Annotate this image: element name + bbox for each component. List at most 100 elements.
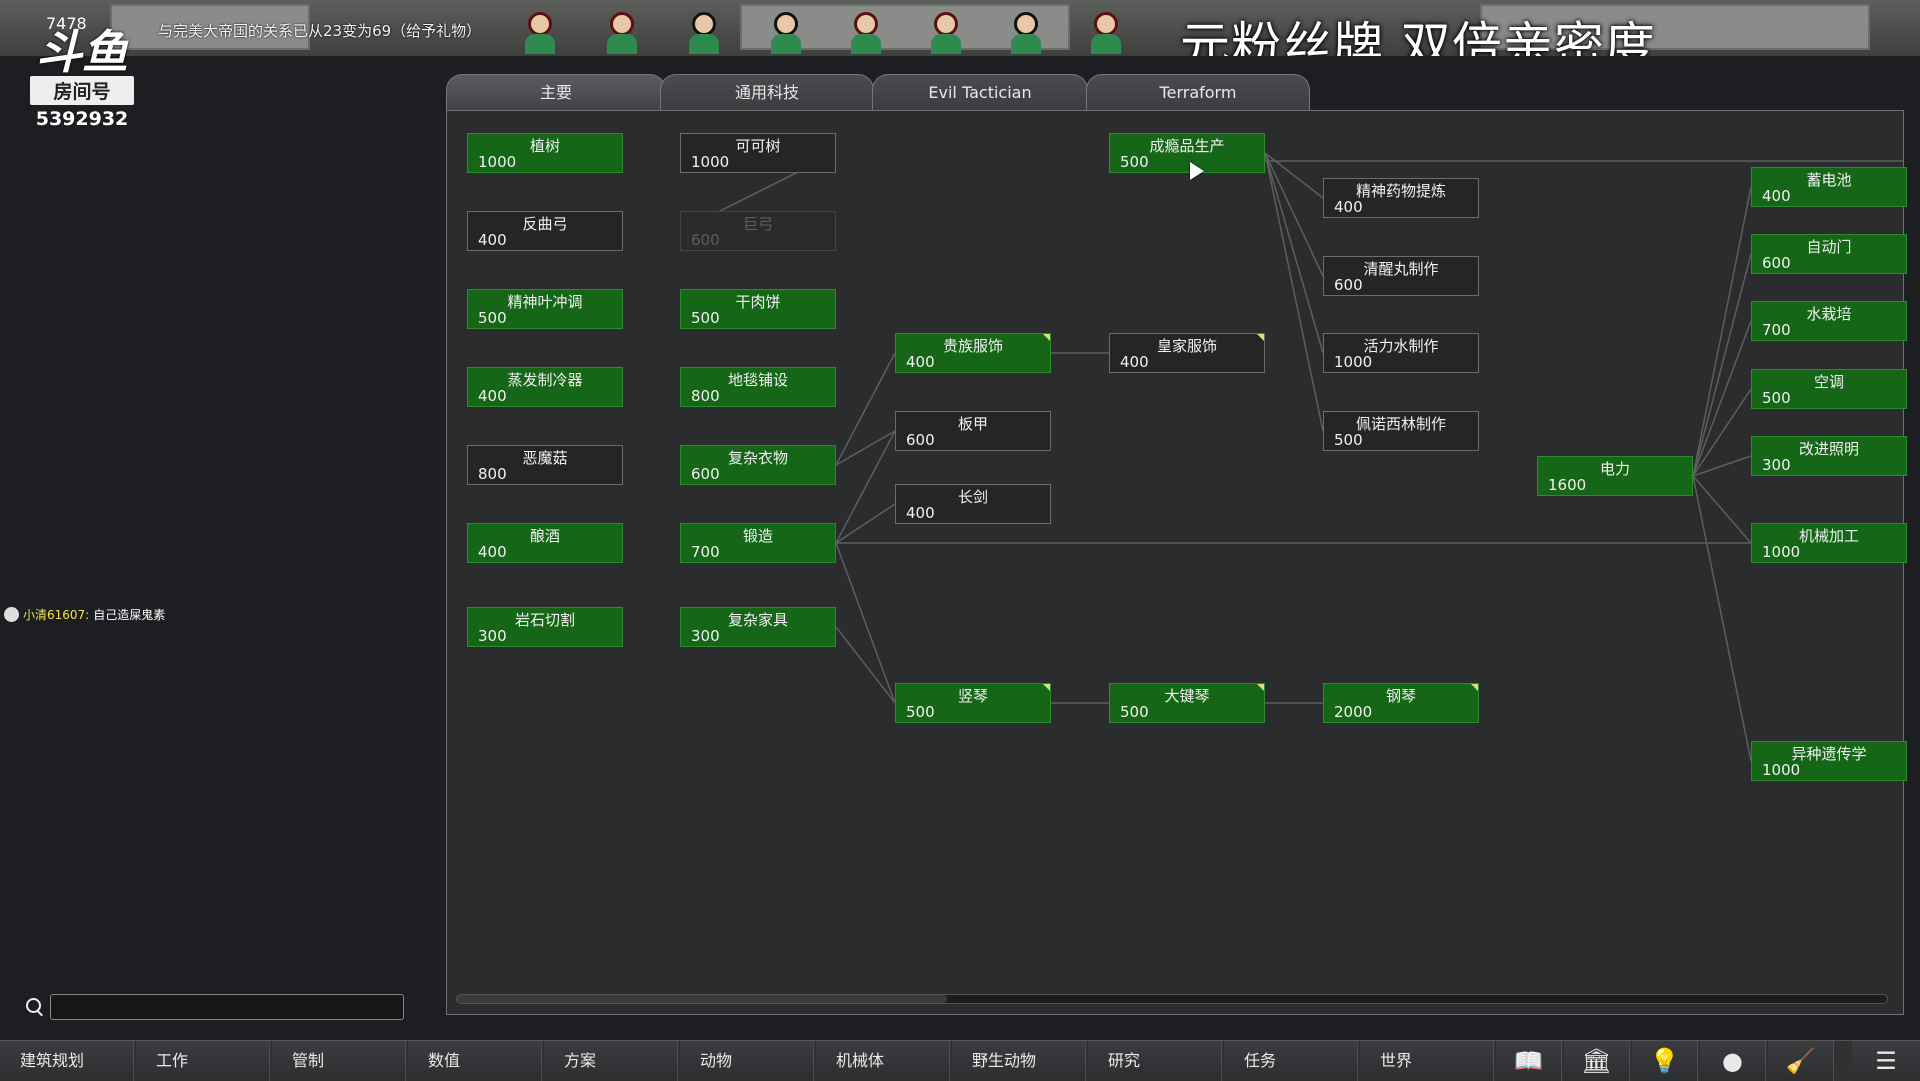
colonist-portrait[interactable] <box>928 10 964 54</box>
research-node[interactable]: 空调 500 <box>1751 369 1907 409</box>
logo-mark: 斗鱼 <box>36 25 128 79</box>
research-node[interactable]: 钢琴 2000 <box>1323 683 1479 723</box>
research-cost: 300 <box>1762 456 1791 474</box>
research-node[interactable]: 反曲弓 400 <box>467 211 623 251</box>
stream-logo: 斗鱼 房间号 5392932 <box>30 25 134 130</box>
search-input[interactable] <box>50 994 404 1020</box>
research-node[interactable]: 电力 1600 <box>1537 456 1693 496</box>
research-node[interactable]: 锻造 700 <box>680 523 836 563</box>
research-flag-icon <box>1043 334 1050 341</box>
research-node[interactable]: 改进照明 300 <box>1751 436 1907 476</box>
research-node[interactable]: 复杂家具 300 <box>680 607 836 647</box>
research-cost: 400 <box>1762 187 1791 205</box>
tab-quests[interactable]: 任务 <box>1224 1041 1358 1081</box>
research-cost: 1600 <box>1548 476 1587 494</box>
tab-terraform[interactable]: Terraform <box>1086 74 1310 110</box>
colonist-portrait[interactable] <box>686 10 722 54</box>
research-node[interactable]: 佩诺西林制作 500 <box>1323 411 1479 451</box>
factory-icon[interactable]: 🏛 <box>1564 1041 1630 1081</box>
colonist-portrait[interactable] <box>1088 10 1124 54</box>
research-node[interactable]: 可可树 1000 <box>680 133 836 173</box>
research-node[interactable]: 自动门 600 <box>1751 234 1907 274</box>
research-link <box>1692 320 1752 477</box>
research-cost: 500 <box>1120 703 1149 721</box>
chat-avatar-icon <box>4 607 19 622</box>
chat-user: 小清61607: <box>23 608 90 622</box>
research-cost: 1000 <box>1762 761 1801 779</box>
research-cost: 400 <box>906 353 935 371</box>
research-node[interactable]: 水栽培 700 <box>1751 301 1907 341</box>
research-node[interactable]: 清醒丸制作 600 <box>1323 256 1479 296</box>
broom-icon[interactable]: 🧹 <box>1768 1041 1834 1081</box>
research-node[interactable]: 精神药物提炼 400 <box>1323 178 1479 218</box>
research-node[interactable]: 竖琴 500 <box>895 683 1051 723</box>
research-node[interactable]: 异种遗传学 1000 <box>1751 741 1907 781</box>
research-cost: 600 <box>906 431 935 449</box>
research-cost: 600 <box>1762 254 1791 272</box>
colonist-portrait[interactable] <box>522 10 558 54</box>
research-node[interactable]: 皇家服饰 400 <box>1109 333 1265 373</box>
research-node[interactable]: 贵族服饰 400 <box>895 333 1051 373</box>
research-cost: 500 <box>1120 153 1149 171</box>
tab-schemes[interactable]: 方案 <box>544 1041 678 1081</box>
research-link <box>1264 152 1324 432</box>
research-node[interactable]: 岩石切割 300 <box>467 607 623 647</box>
research-node[interactable]: 地毯铺设 800 <box>680 367 836 407</box>
research-flag-icon <box>1043 684 1050 691</box>
helmet-icon[interactable]: ● <box>1700 1041 1766 1081</box>
research-node[interactable]: 大键琴 500 <box>1109 683 1265 723</box>
research-cost: 600 <box>1334 276 1363 294</box>
tab-wildlife[interactable]: 野生动物 <box>952 1041 1086 1081</box>
research-node[interactable]: 精神叶冲调 500 <box>467 289 623 329</box>
research-cost: 500 <box>906 703 935 721</box>
research-node[interactable]: 复杂衣物 600 <box>680 445 836 485</box>
tab-work[interactable]: 工作 <box>136 1041 270 1081</box>
research-link <box>1264 152 1324 354</box>
tab-evil-tactician[interactable]: Evil Tactician <box>872 74 1088 110</box>
research-cost: 400 <box>1334 198 1363 216</box>
research-node[interactable]: 机械加工 1000 <box>1751 523 1907 563</box>
research-node[interactable]: 蓄电池 400 <box>1751 167 1907 207</box>
tab-restrict[interactable]: 管制 <box>272 1041 406 1081</box>
research-link <box>835 626 896 704</box>
tab-research[interactable]: 研究 <box>1088 1041 1222 1081</box>
lightbulb-icon[interactable]: 💡 <box>1632 1041 1698 1081</box>
tab-world[interactable]: 世界 <box>1360 1041 1494 1081</box>
tab-general-tech[interactable]: 通用科技 <box>660 74 874 110</box>
research-node[interactable]: 长剑 400 <box>895 484 1051 524</box>
research-node[interactable]: 恶魔菇 800 <box>467 445 623 485</box>
tab-animals[interactable]: 动物 <box>680 1041 814 1081</box>
room-number: 5392932 <box>35 108 129 130</box>
main-tabs-bar: 建筑规划 工作 管制 数值 方案 动物 机械体 野生动物 研究 任务 世界 📖 … <box>0 1040 1920 1081</box>
research-link <box>1692 475 1752 762</box>
research-flag-icon <box>1257 684 1264 691</box>
scrollbar-thumb[interactable] <box>457 995 947 1003</box>
tab-stats[interactable]: 数值 <box>408 1041 542 1081</box>
research-node[interactable]: 成瘾品生产 500 <box>1109 133 1265 173</box>
tab-mechanoids[interactable]: 机械体 <box>816 1041 950 1081</box>
research-cost: 2000 <box>1334 703 1373 721</box>
research-node[interactable]: 活力水制作 1000 <box>1323 333 1479 373</box>
colonist-portrait[interactable] <box>604 10 640 54</box>
research-flag-icon <box>1257 334 1264 341</box>
research-cost: 800 <box>478 465 507 483</box>
research-node[interactable]: 干肉饼 500 <box>680 289 836 329</box>
research-cost: 300 <box>691 627 720 645</box>
research-node[interactable]: 酿酒 400 <box>467 523 623 563</box>
research-node[interactable]: 板甲 600 <box>895 411 1051 451</box>
colonist-portrait[interactable] <box>1008 10 1044 54</box>
tab-architect[interactable]: 建筑规划 <box>0 1041 134 1081</box>
colonist-portrait[interactable] <box>848 10 884 54</box>
room-label: 房间号 <box>30 76 134 105</box>
book-icon[interactable]: 📖 <box>1496 1041 1562 1081</box>
research-node[interactable]: 巨弓 600 <box>680 211 836 251</box>
research-node[interactable]: 蒸发制冷器 400 <box>467 367 623 407</box>
research-link <box>835 503 896 544</box>
research-link <box>1692 253 1752 477</box>
research-node[interactable]: 植树 1000 <box>467 133 623 173</box>
horizontal-scrollbar[interactable] <box>456 994 1888 1004</box>
colonist-portrait[interactable] <box>768 10 804 54</box>
tab-main[interactable]: 主要 <box>446 74 666 110</box>
research-cost: 700 <box>1762 321 1791 339</box>
list-menu-icon[interactable]: ☰ <box>1852 1041 1920 1081</box>
